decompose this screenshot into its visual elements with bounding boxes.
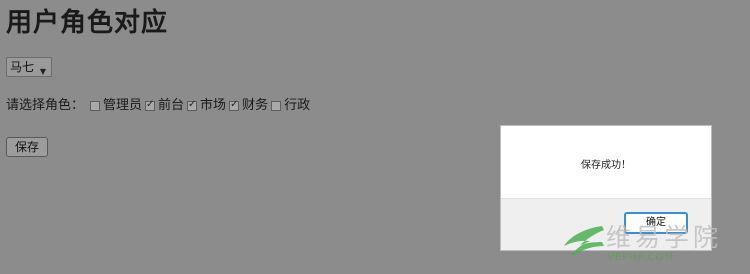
role-label: 市场 — [200, 98, 227, 113]
chevron-down-icon: ▼ — [39, 67, 46, 76]
role-checkbox[interactable] — [90, 101, 101, 111]
alert-dialog: 保存成功！ 确定 — [500, 125, 712, 251]
watermark-en-text: VEPHP.COM — [607, 252, 674, 263]
confirm-button[interactable]: 确定 — [624, 212, 688, 234]
role-item-finance[interactable]: 财务 — [229, 97, 268, 115]
role-checkbox[interactable] — [145, 99, 156, 111]
user-select-value: 马七 — [10, 60, 35, 74]
dialog-message: 保存成功！ — [581, 159, 631, 171]
role-item-admin[interactable]: 管理员 — [90, 97, 142, 115]
role-label: 财务 — [242, 98, 269, 113]
role-label: 行政 — [284, 98, 311, 113]
role-item-admin-affairs[interactable]: 行政 — [271, 97, 310, 115]
page-title: 用户角色对应 — [6, 8, 169, 38]
role-item-marketing[interactable]: 市场 — [187, 97, 226, 115]
save-button[interactable]: 保存 — [6, 137, 48, 157]
role-label: 管理员 — [103, 98, 143, 113]
user-select[interactable]: 马七 ▼ — [6, 57, 52, 77]
role-checkbox[interactable] — [229, 99, 240, 111]
role-checkbox[interactable] — [271, 101, 282, 111]
dialog-footer: 确定 — [501, 198, 711, 250]
roles-label: 请选择角色： — [6, 98, 85, 113]
role-checkbox[interactable] — [187, 99, 198, 111]
roles-row: 请选择角色： 管理员 前台 市场 财务 行政 — [6, 97, 313, 115]
role-label: 前台 — [158, 98, 185, 113]
role-item-front-desk[interactable]: 前台 — [145, 97, 184, 115]
